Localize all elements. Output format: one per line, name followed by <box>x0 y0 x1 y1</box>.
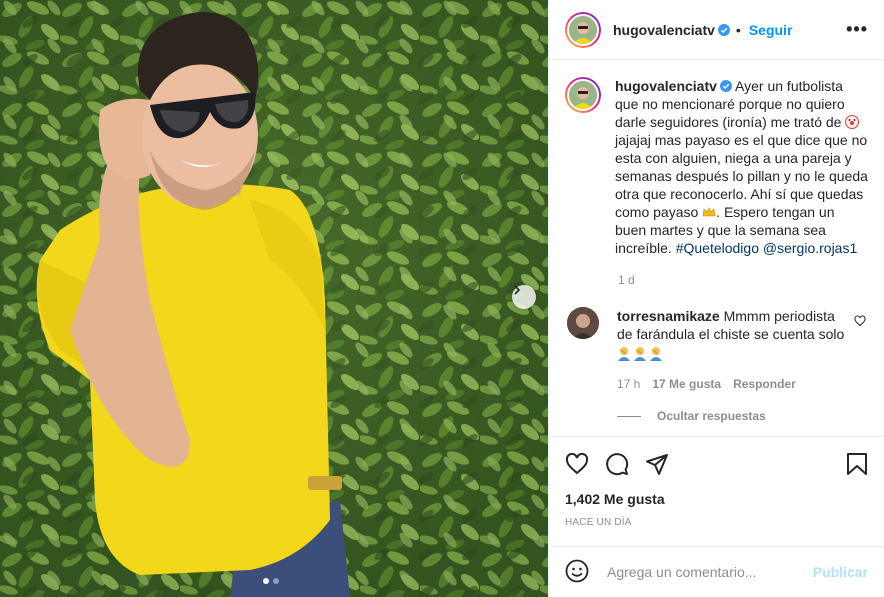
carousel-dot-active <box>263 578 269 584</box>
save-button[interactable] <box>846 449 868 479</box>
paper-plane-icon <box>646 454 668 475</box>
separator-dot: • <box>735 21 741 38</box>
caption-text: hugovalenciatv Ayer un futbolista que no… <box>615 77 868 257</box>
likes-count[interactable]: 1,402 Me gusta <box>565 491 868 507</box>
carousel-dot <box>273 578 279 584</box>
post-photo[interactable] <box>0 0 548 597</box>
heart-icon <box>565 452 589 475</box>
like-button[interactable] <box>565 449 605 479</box>
author-avatar[interactable] <box>565 11 601 48</box>
next-image-button[interactable] <box>512 285 536 309</box>
caption-avatar[interactable] <box>565 77 601 113</box>
hashtag-link[interactable]: #Quetelodigo <box>676 240 759 256</box>
reply-button[interactable]: Responder <box>733 377 796 391</box>
share-button[interactable] <box>645 449 685 479</box>
crown-emoji-icon <box>702 207 716 217</box>
comment-text: torresnamikaze Mmmm periodista de faránd… <box>617 307 847 365</box>
comment-item: torresnamikaze Mmmm periodista de faránd… <box>565 307 868 365</box>
hide-replies-label: Ocultar respuestas <box>657 409 766 423</box>
caption-line: seguidores (ironía) me trató de <box>650 114 842 130</box>
comment-like-heart-icon[interactable] <box>854 315 866 327</box>
post-timestamp[interactable]: HACE UN DÍA <box>565 517 868 528</box>
clown-emoji-icon <box>845 115 860 129</box>
smiley-icon <box>565 559 589 582</box>
comment-meta: 17 h 17 Me gusta Responder <box>617 377 868 391</box>
caption-line: otra que reconocerlo. Ahí sí que quedas <box>615 186 864 202</box>
caption-line: increíble. <box>615 240 672 256</box>
comment-likes[interactable]: 17 Me gusta <box>652 377 721 391</box>
replies-line <box>617 415 641 417</box>
publish-button[interactable]: Publicar <box>813 564 868 580</box>
comment-time[interactable]: 17 h <box>617 377 640 391</box>
caption: hugovalenciatv Ayer un futbolista que no… <box>565 77 868 257</box>
hide-replies-button[interactable]: Ocultar respuestas <box>617 409 868 423</box>
post-actions: 1,402 Me gusta HACE UN DÍA <box>549 436 884 546</box>
comment-body: de farándula el chiste se cuenta solo <box>617 326 845 342</box>
caption-line: buen martes y que la semana sea <box>615 222 826 238</box>
comment-body: Mmmm periodista <box>723 308 835 324</box>
emoji-picker-button[interactable] <box>565 559 591 586</box>
caption-line: jajajaj <box>615 132 651 148</box>
comment-button[interactable] <box>605 449 645 479</box>
add-comment-bar: Publicar <box>549 546 884 597</box>
post-side-panel: hugovalenciatv • Seguir ••• hugovalencia… <box>548 0 884 597</box>
comment-bubble-icon <box>606 453 629 476</box>
photo-image <box>0 0 548 597</box>
caption-line: como payaso <box>615 204 699 220</box>
caption-line: con alguien, niega a una pareja y <box>645 150 852 166</box>
carousel-indicator <box>263 578 279 584</box>
more-options-button[interactable]: ••• <box>846 19 868 40</box>
caption-time[interactable]: 1 d <box>618 273 868 287</box>
commenter-avatar[interactable] <box>567 307 599 339</box>
verified-badge-icon <box>719 80 732 92</box>
post-header: hugovalenciatv • Seguir ••• <box>549 0 884 60</box>
comments-section[interactable]: hugovalenciatv Ayer un futbolista que no… <box>549 61 884 436</box>
caption-line: semanas después lo pillan y no le queda <box>615 168 868 184</box>
follow-button[interactable]: Seguir <box>749 22 793 38</box>
bookmark-icon <box>847 453 867 475</box>
facepalm-emojis <box>617 345 847 365</box>
commenter-username[interactable]: torresnamikaze <box>617 308 720 324</box>
facepalm-emoji-icon <box>618 347 662 361</box>
verified-badge-icon <box>717 23 730 36</box>
chevron-right-icon <box>514 285 521 295</box>
mention-link[interactable]: @sergio.rojas1 <box>763 240 857 256</box>
author-username[interactable]: hugovalenciatv <box>613 22 715 38</box>
caption-username[interactable]: hugovalenciatv <box>615 78 717 94</box>
action-icons <box>565 449 868 479</box>
comment-input[interactable] <box>607 564 813 580</box>
caption-line: . Espero tengan un <box>716 204 835 220</box>
